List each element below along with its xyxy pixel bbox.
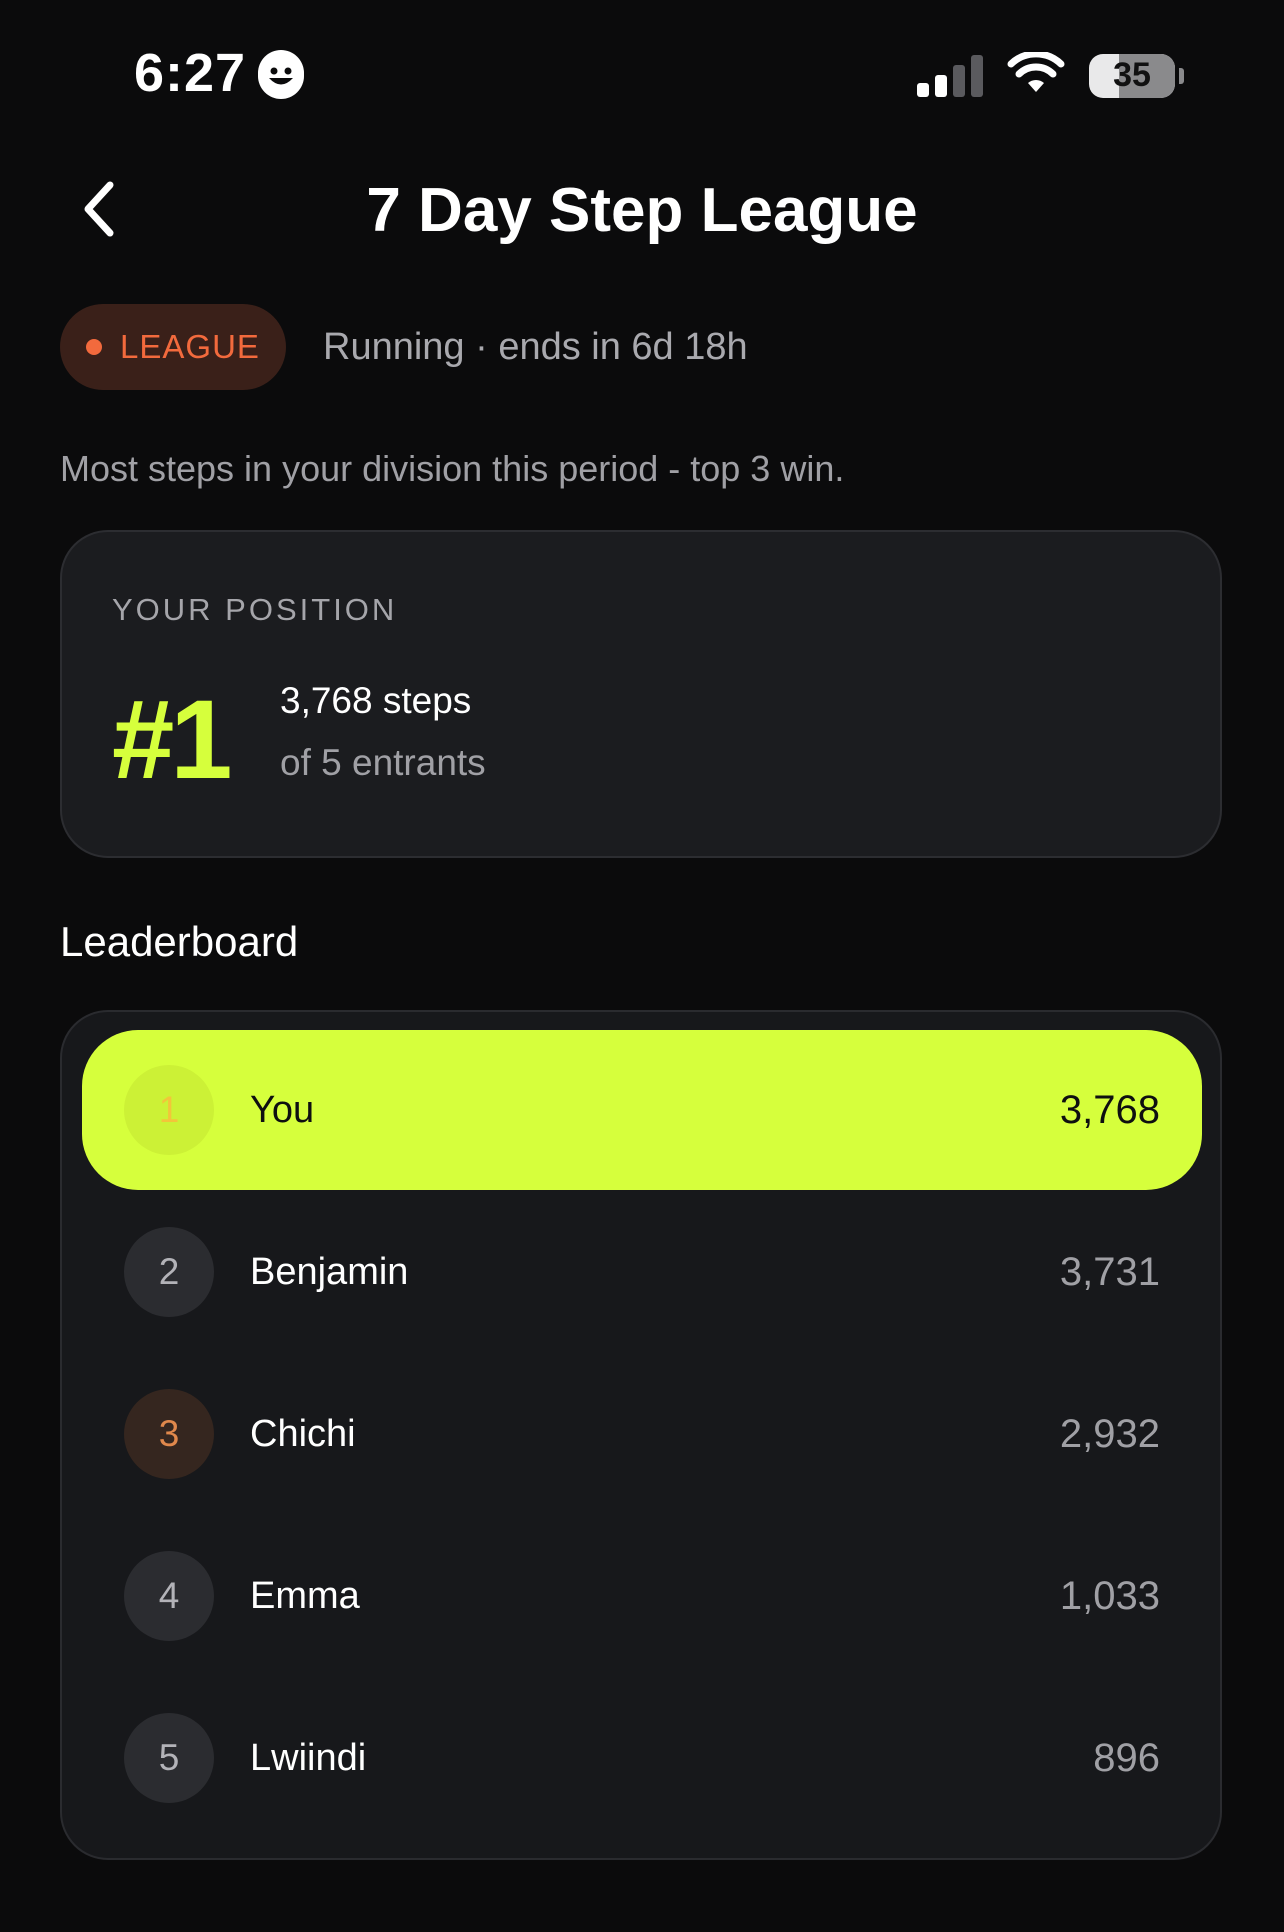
- rank-badge: 4: [124, 1551, 214, 1641]
- smiley-icon: [258, 50, 305, 99]
- leaderboard-row[interactable]: 4 Emma 1,033: [82, 1516, 1202, 1676]
- position-entrants: of 5 entrants: [280, 742, 486, 783]
- rank-badge: 1: [124, 1065, 214, 1155]
- league-description: Most steps in your division this period …: [60, 448, 845, 489]
- rank-badge: 2: [124, 1227, 214, 1317]
- wifi-icon: [1007, 50, 1065, 99]
- status-indicators: 35: [917, 50, 1184, 99]
- entrant-name: Emma: [250, 1574, 360, 1617]
- leaderboard-list: 1 You 3,768 2 Benjamin 3,731 3 Chichi 2,…: [60, 1010, 1222, 1860]
- page-title: 7 Day Step League: [366, 176, 918, 245]
- leaderboard-row[interactable]: 2 Benjamin 3,731: [82, 1192, 1202, 1352]
- league-badge-label: LEAGUE: [120, 328, 260, 365]
- battery-level: 35: [1113, 56, 1151, 94]
- status-bar: 6:27 35: [0, 0, 1284, 150]
- entrant-name: Benjamin: [250, 1250, 409, 1293]
- rank-badge: 3: [124, 1389, 214, 1479]
- status-dot-icon: [86, 339, 103, 355]
- time-label: 6:27: [134, 43, 247, 103]
- leaderboard-title: Leaderboard: [60, 918, 299, 965]
- entrant-name: Chichi: [250, 1412, 356, 1455]
- entrant-steps: 3,768: [1059, 1087, 1160, 1132]
- entrant-name: Lwiindi: [250, 1736, 367, 1779]
- chevron-left-icon: [80, 179, 120, 244]
- leaderboard-row[interactable]: 3 Chichi 2,932: [82, 1354, 1202, 1514]
- entrant-steps: 896: [1093, 1735, 1160, 1780]
- position-card: YOUR POSITION #1 3,768 steps of 5 entran…: [60, 530, 1222, 858]
- entrant-steps: 3,731: [1059, 1249, 1160, 1294]
- rank-badge: 5: [124, 1713, 214, 1803]
- position-rank: #1: [112, 677, 233, 802]
- league-status: Running · ends in 6d 18h: [323, 326, 748, 368]
- entrant-steps: 1,033: [1059, 1573, 1160, 1618]
- entrant-name: You: [250, 1088, 315, 1131]
- battery-icon: 35: [1089, 53, 1184, 98]
- cellular-signal-icon: [917, 54, 983, 97]
- entrant-steps: 2,932: [1059, 1411, 1160, 1456]
- position-label: YOUR POSITION: [112, 592, 398, 627]
- leaderboard-row-you[interactable]: 1 You 3,768: [82, 1030, 1202, 1190]
- position-steps: 3,768 steps: [280, 680, 472, 721]
- league-badge: LEAGUE: [60, 304, 286, 390]
- back-button[interactable]: [70, 176, 130, 246]
- status-time: 6:27: [134, 42, 305, 104]
- leaderboard-row[interactable]: 5 Lwiindi 896: [82, 1678, 1202, 1838]
